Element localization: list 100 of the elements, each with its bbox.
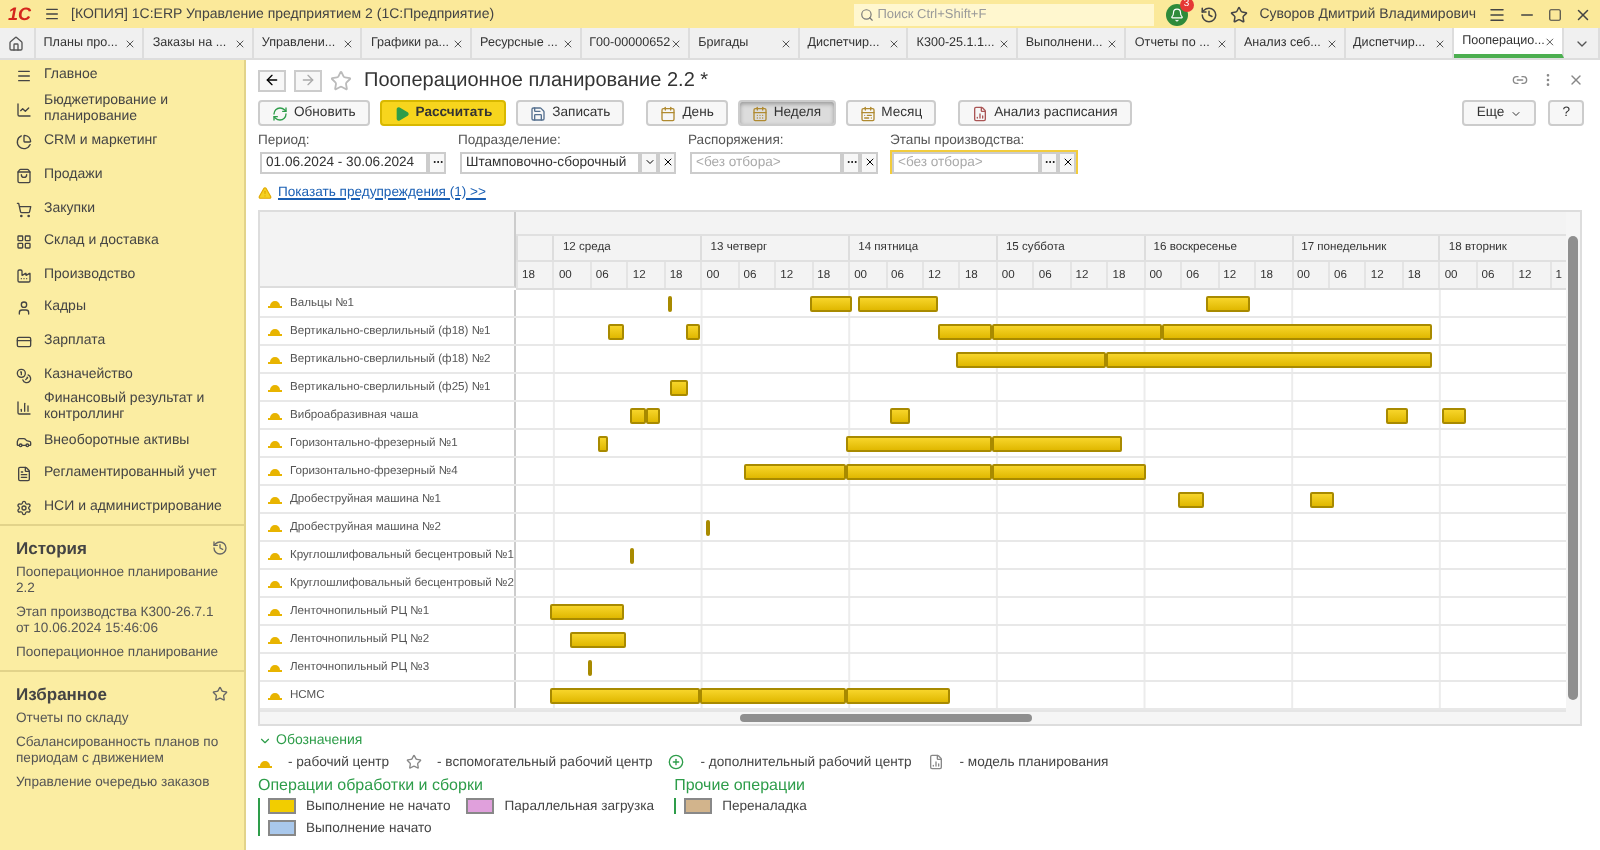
report-icon	[972, 105, 989, 121]
choose-button[interactable]	[428, 151, 446, 173]
grid-icon	[16, 234, 32, 251]
bag-icon	[16, 168, 32, 185]
arrow-right-icon	[300, 72, 316, 88]
close-icon[interactable]	[888, 37, 901, 49]
link-icon[interactable]	[1512, 72, 1528, 88]
operation-bar[interactable]	[608, 324, 624, 340]
coins-icon	[16, 367, 32, 384]
operation-bar[interactable]	[670, 380, 688, 396]
operation-bar[interactable]	[845, 464, 993, 480]
close-icon[interactable]	[1544, 35, 1557, 47]
refresh-icon	[272, 105, 288, 121]
operation-bar[interactable]	[992, 436, 1122, 452]
legend-group-title: Прочие операции	[674, 776, 808, 794]
close-icon[interactable]	[1568, 72, 1584, 88]
close-icon[interactable]	[670, 37, 683, 49]
pie-chart-icon	[16, 134, 32, 151]
chevron-icon	[258, 734, 272, 748]
clear-button[interactable]	[1058, 151, 1076, 173]
hard-hat-icon	[268, 634, 282, 644]
operation-bar[interactable]	[588, 660, 593, 676]
settings-icon	[16, 500, 32, 517]
hard-hat-icon	[268, 326, 282, 336]
close-icon[interactable]	[779, 37, 792, 49]
operation-bar[interactable]	[550, 688, 700, 704]
hard-hat-icon	[268, 410, 282, 420]
close-icon[interactable]	[997, 37, 1010, 49]
close-icon[interactable]	[1106, 37, 1119, 49]
history-icon[interactable]	[212, 540, 228, 557]
calendar-icon	[751, 105, 768, 121]
star-icon[interactable]	[330, 69, 352, 91]
hard-hat-icon	[268, 438, 282, 448]
operation-bar[interactable]	[1205, 296, 1250, 312]
operation-bar[interactable]	[937, 324, 993, 340]
play-icon	[393, 105, 410, 121]
close-icon[interactable]	[342, 37, 355, 49]
star-icon[interactable]	[1229, 5, 1248, 23]
card-icon	[16, 334, 32, 351]
caret-icon	[643, 156, 655, 168]
operation-bar[interactable]	[550, 604, 624, 620]
person-icon	[16, 300, 32, 317]
back-button[interactable]	[258, 69, 286, 91]
star-icon	[405, 754, 422, 770]
operation-bar[interactable]	[706, 520, 711, 536]
operation-bar[interactable]	[889, 408, 911, 424]
operation-bar[interactable]	[1162, 324, 1433, 340]
chart-icon	[16, 101, 32, 118]
caret-icon	[1510, 107, 1523, 119]
plus-circle-icon	[668, 754, 685, 770]
operation-bar[interactable]	[597, 436, 608, 452]
operation-bar[interactable]	[1177, 492, 1204, 508]
close-icon[interactable]	[124, 37, 137, 49]
operation-bar[interactable]	[858, 296, 939, 312]
close-icon[interactable]	[1574, 5, 1592, 23]
operation-bar[interactable]	[1106, 352, 1433, 368]
vertical-scrollbar[interactable]	[1566, 212, 1580, 724]
warning-icon	[258, 185, 272, 199]
horizontal-scrollbar[interactable]	[260, 710, 1566, 724]
logo: 1С	[8, 4, 32, 24]
operation-bar[interactable]	[1309, 492, 1334, 508]
maximize-icon[interactable]	[1548, 7, 1562, 21]
star-icon[interactable]	[212, 686, 228, 703]
operation-bar[interactable]	[699, 688, 846, 704]
operation-bar[interactable]	[1385, 408, 1408, 424]
clear-button[interactable]	[658, 151, 676, 173]
close-icon[interactable]	[1325, 37, 1338, 49]
operation-bar[interactable]	[630, 408, 646, 424]
cart-icon	[16, 201, 32, 218]
section-title: История	[16, 538, 87, 559]
menu-icon[interactable]	[43, 6, 60, 22]
history-icon[interactable]	[1199, 5, 1218, 23]
close-icon[interactable]	[1215, 37, 1228, 49]
operation-bar[interactable]	[845, 436, 993, 452]
car-icon	[16, 433, 32, 450]
operation-bar[interactable]	[1441, 408, 1466, 424]
operation-bar[interactable]	[668, 296, 673, 312]
close-icon[interactable]	[452, 37, 465, 49]
clear-button[interactable]	[860, 151, 878, 173]
close-icon[interactable]	[561, 37, 574, 49]
hard-hat-icon	[268, 662, 282, 672]
calendar-icon	[660, 105, 677, 121]
hard-hat-icon	[268, 298, 282, 308]
operation-bar[interactable]	[992, 324, 1163, 340]
operation-bar[interactable]	[955, 352, 1107, 368]
close-icon	[1061, 156, 1073, 168]
hard-hat-icon	[268, 690, 282, 700]
hard-hat-icon	[268, 606, 282, 616]
operation-bar[interactable]	[744, 464, 846, 480]
operation-bar[interactable]	[686, 324, 700, 340]
operation-bar[interactable]	[845, 688, 951, 704]
operation-bar[interactable]	[630, 548, 635, 564]
hard-hat-icon	[258, 757, 272, 767]
menu-icon	[16, 68, 32, 85]
operation-bar[interactable]	[809, 296, 853, 312]
hard-hat-icon	[268, 382, 282, 392]
operation-bar[interactable]	[569, 632, 627, 648]
operation-bar[interactable]	[992, 464, 1146, 480]
close-icon[interactable]	[233, 37, 246, 49]
close-icon[interactable]	[1434, 37, 1447, 49]
